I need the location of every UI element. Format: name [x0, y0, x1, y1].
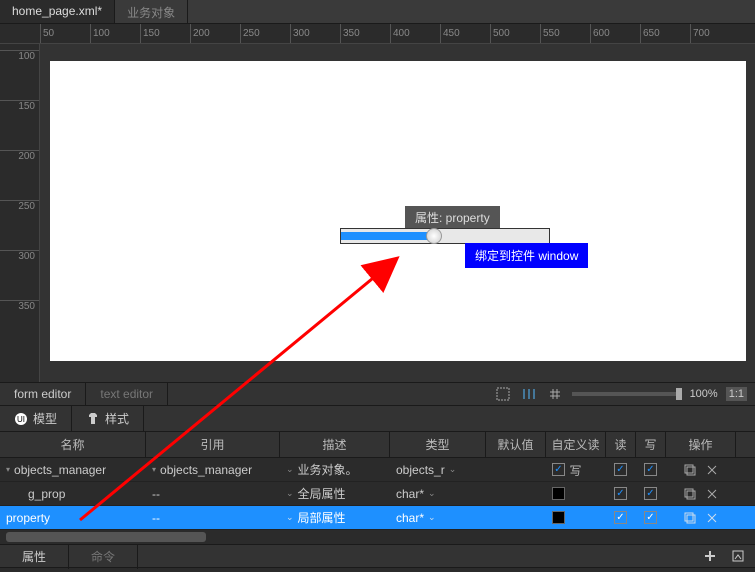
- canvas-viewport[interactable]: 属性: property 绑定到控件 window: [40, 44, 755, 382]
- model-tab[interactable]: UI 模型: [0, 405, 72, 432]
- checkbox-write[interactable]: [644, 487, 657, 500]
- ruler-horizontal: 5010015020025030035040045050055060065070…: [0, 24, 755, 44]
- chevron-down-icon[interactable]: ⌄: [286, 464, 294, 475]
- options-icon[interactable]: [729, 547, 747, 565]
- table-header: 名称 引用 描述 类型 默认值 自定义读写 读 写 操作: [0, 432, 755, 458]
- chevron-down-icon[interactable]: ⌄: [449, 464, 457, 475]
- close-icon[interactable]: [703, 485, 721, 503]
- file-tab-biz-objects[interactable]: 业务对象: [115, 0, 188, 23]
- scrollbar-thumb[interactable]: [6, 532, 206, 542]
- design-canvas[interactable]: 属性: property 绑定到控件 window: [50, 61, 746, 361]
- col-crw[interactable]: 自定义读写: [546, 432, 606, 457]
- col-write[interactable]: 写: [636, 432, 666, 457]
- form-editor-tab[interactable]: form editor: [0, 383, 86, 405]
- model-tab-label: 模型: [33, 410, 57, 427]
- crw-box[interactable]: [552, 511, 565, 524]
- checkbox-read[interactable]: [614, 463, 627, 476]
- copy-icon[interactable]: [681, 485, 699, 503]
- grid-tool-icon[interactable]: [546, 385, 564, 403]
- ui-icon: UI: [14, 412, 28, 426]
- chevron-down-icon[interactable]: ⌄: [428, 488, 436, 499]
- table-row[interactable]: ▾objects_manager ▾objects_manager ⌄业务对象。…: [0, 458, 755, 482]
- chevron-down-icon[interactable]: ⌄: [428, 512, 436, 523]
- table-row-selected[interactable]: property -- ⌄局部属性 char*⌄: [0, 506, 755, 530]
- col-ref[interactable]: 引用: [146, 432, 280, 457]
- editor-switch-bar: form editor text editor 100% 1:1: [0, 382, 755, 406]
- property-table: 名称 引用 描述 类型 默认值 自定义读写 读 写 操作 ▾objects_ma…: [0, 432, 755, 530]
- file-tab-active[interactable]: home_page.xml*: [0, 0, 115, 23]
- inspector-tabs: UI 模型 样式: [0, 406, 755, 432]
- chevron-down-icon[interactable]: ⌄: [286, 512, 294, 523]
- zoom-value: 100%: [690, 388, 718, 400]
- text-editor-tab[interactable]: text editor: [86, 383, 168, 405]
- editor-main: 100150200250300350 属性: property 绑定到控件 wi…: [0, 44, 755, 382]
- table-row[interactable]: g_prop -- ⌄全局属性 char*⌄: [0, 482, 755, 506]
- style-tab-label: 样式: [105, 410, 129, 427]
- file-tabs: home_page.xml* 业务对象: [0, 0, 755, 24]
- checkbox-read[interactable]: [614, 511, 627, 524]
- checkbox-read[interactable]: [614, 487, 627, 500]
- close-icon[interactable]: [703, 509, 721, 527]
- col-op[interactable]: 操作: [666, 432, 736, 457]
- bottom-tabs: 属性 命令: [0, 544, 755, 568]
- ruler-vertical: 100150200250300350: [0, 44, 40, 382]
- align-tool-icon[interactable]: [520, 385, 538, 403]
- col-read[interactable]: 读: [606, 432, 636, 457]
- col-desc[interactable]: 描述: [280, 432, 390, 457]
- col-type[interactable]: 类型: [390, 432, 486, 457]
- zoom-slider[interactable]: [572, 392, 682, 396]
- chevron-down-icon[interactable]: ⌄: [286, 488, 294, 499]
- horizontal-scrollbar[interactable]: [0, 530, 755, 544]
- col-def[interactable]: 默认值: [486, 432, 546, 457]
- zoom-ratio[interactable]: 1:1: [726, 387, 747, 401]
- style-tab[interactable]: 样式: [72, 405, 144, 432]
- checkbox-write[interactable]: [644, 511, 657, 524]
- attributes-tab[interactable]: 属性: [0, 544, 69, 569]
- slider-track: [341, 232, 431, 240]
- svg-text:UI: UI: [17, 415, 25, 424]
- close-icon[interactable]: [703, 461, 721, 479]
- property-tooltip: 属性: property: [405, 206, 500, 229]
- slider-thumb[interactable]: [426, 228, 442, 244]
- selection-tool-icon[interactable]: [494, 385, 512, 403]
- bind-tooltip: 绑定到控件 window: [465, 243, 588, 268]
- copy-icon[interactable]: [681, 461, 699, 479]
- crw-box[interactable]: [552, 487, 565, 500]
- shirt-icon: [86, 412, 100, 426]
- copy-icon[interactable]: [681, 509, 699, 527]
- checkbox-crw[interactable]: [552, 463, 565, 476]
- commands-tab[interactable]: 命令: [69, 544, 138, 569]
- expand-icon[interactable]: ▾: [152, 465, 156, 474]
- slider-widget[interactable]: [340, 228, 550, 244]
- add-icon[interactable]: [701, 547, 719, 565]
- checkbox-write[interactable]: [644, 463, 657, 476]
- col-name[interactable]: 名称: [0, 432, 146, 457]
- expand-icon[interactable]: ▾: [6, 465, 10, 474]
